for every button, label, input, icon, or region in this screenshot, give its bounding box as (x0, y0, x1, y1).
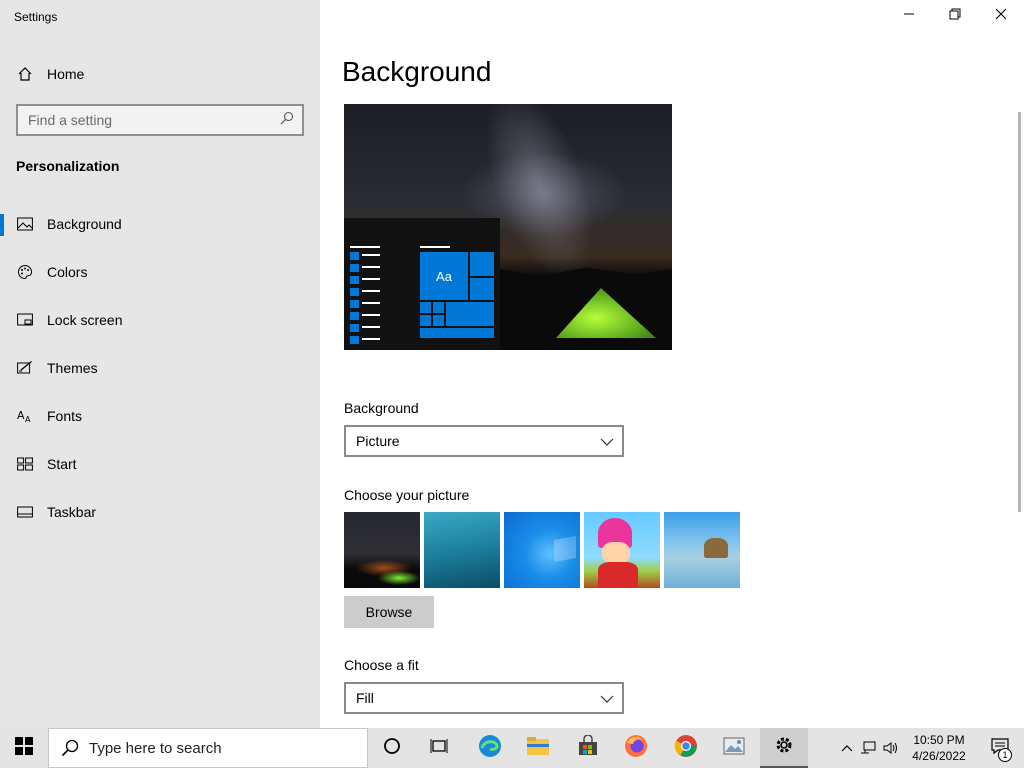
background-preview: Aa (344, 104, 672, 350)
sidebar-item-colors[interactable]: Colors (0, 252, 320, 292)
close-button[interactable] (978, 0, 1024, 32)
home-label: Home (47, 66, 85, 82)
taskbar-search[interactable]: Type here to search (48, 728, 368, 768)
edge-icon (478, 734, 502, 763)
home-icon (16, 65, 34, 83)
taskbar-edge[interactable] (466, 728, 514, 768)
windows-logo-icon (15, 736, 33, 760)
svg-text:A: A (17, 409, 25, 422)
taskbar-icon (16, 503, 34, 521)
sidebar-item-background[interactable]: Background (0, 204, 320, 244)
sidebar-item-label: Taskbar (47, 504, 97, 520)
thumbnail-night-tent[interactable] (344, 512, 420, 588)
chrome-icon (674, 734, 698, 763)
firefox-icon (624, 734, 648, 763)
action-center-button[interactable]: 1 (976, 728, 1024, 768)
settings-search-input[interactable] (28, 112, 268, 128)
thumbnail-cartoon[interactable] (584, 512, 660, 588)
fonts-icon: AA (16, 407, 34, 425)
preview-tiles: Aa (420, 252, 494, 338)
sidebar-item-fonts[interactable]: AA Fonts (0, 396, 320, 436)
restore-button[interactable] (932, 0, 978, 32)
settings-search[interactable] (16, 104, 304, 136)
taskbar-settings[interactable] (760, 728, 808, 768)
taskbar-cortana[interactable] (368, 728, 416, 768)
taskbar-clock[interactable]: 10:50 PM 4/26/2022 (906, 732, 972, 764)
chevron-down-icon (600, 433, 614, 449)
svg-text:A: A (25, 415, 31, 424)
notification-count: 1 (998, 748, 1012, 762)
taskbar-photos[interactable] (710, 728, 758, 768)
photos-icon (722, 735, 746, 762)
sidebar-item-taskbar[interactable]: Taskbar (0, 492, 320, 532)
background-type-value: Picture (356, 433, 400, 449)
sidebar-item-label: Background (47, 216, 122, 232)
palette-icon (16, 263, 34, 281)
lock-screen-icon (16, 311, 34, 329)
taskbar-search-placeholder: Type here to search (89, 739, 222, 757)
sidebar-item-label: Lock screen (47, 312, 123, 328)
start-icon (16, 455, 34, 473)
settings-icon (774, 735, 794, 760)
taskbar-task-view[interactable] (416, 728, 464, 768)
thumbnail-beach-rock[interactable] (664, 512, 740, 588)
taskbar-chrome[interactable] (662, 728, 710, 768)
browse-button[interactable]: Browse (344, 596, 434, 628)
task-view-icon (430, 737, 450, 760)
sidebar-item-label: Colors (47, 264, 88, 280)
clock-time: 10:50 PM (913, 733, 965, 747)
close-icon (995, 7, 1007, 25)
sidebar-item-lock-screen[interactable]: Lock screen (0, 300, 320, 340)
minimize-icon (903, 7, 915, 25)
sidebar-item-themes[interactable]: Themes (0, 348, 320, 388)
thumbnail-windows-blue[interactable] (504, 512, 580, 588)
preview-tile-text: Aa (420, 252, 468, 300)
sidebar-home[interactable]: Home (16, 64, 84, 84)
background-type-label: Background (344, 400, 419, 416)
picture-icon (16, 215, 34, 233)
cortana-icon (383, 737, 401, 760)
taskbar-store[interactable] (564, 728, 612, 768)
sidebar-item-label: Start (47, 456, 77, 472)
file-explorer-icon (526, 736, 550, 761)
fit-dropdown[interactable]: Fill (344, 682, 624, 714)
window-title: Settings (14, 10, 58, 24)
choose-fit-label: Choose a fit (344, 657, 419, 673)
store-icon (577, 733, 599, 762)
chevron-down-icon (600, 690, 614, 706)
minimize-button[interactable] (886, 0, 932, 32)
thumbnail-underwater[interactable] (424, 512, 500, 588)
search-icon[interactable] (280, 111, 294, 130)
chevron-up-icon[interactable] (838, 744, 856, 752)
sidebar-item-label: Fonts (47, 408, 83, 424)
start-button[interactable] (0, 728, 48, 768)
sidebar: Settings Home Personalization Background… (0, 0, 320, 728)
scrollbar[interactable] (1018, 112, 1021, 512)
clock-date: 4/26/2022 (912, 749, 966, 763)
background-type-dropdown[interactable]: Picture (344, 425, 624, 457)
sidebar-item-start[interactable]: Start (0, 444, 320, 484)
network-icon[interactable] (856, 741, 880, 755)
choose-picture-label: Choose your picture (344, 487, 470, 503)
picture-thumbnails (344, 512, 744, 588)
preview-start-menu: Aa (344, 218, 500, 350)
system-tray (838, 728, 902, 768)
volume-icon[interactable] (880, 741, 902, 755)
section-title: Personalization (16, 158, 120, 174)
taskbar-file-explorer[interactable] (514, 728, 562, 768)
sidebar-item-label: Themes (47, 360, 98, 376)
search-icon (61, 739, 79, 757)
fit-value: Fill (356, 690, 374, 706)
themes-icon (16, 359, 34, 377)
page-title: Background (342, 56, 492, 87)
restore-icon (949, 7, 961, 25)
taskbar: Type here to search 10:50 PM 4/26/2022 1 (0, 728, 1024, 768)
taskbar-firefox[interactable] (612, 728, 660, 768)
